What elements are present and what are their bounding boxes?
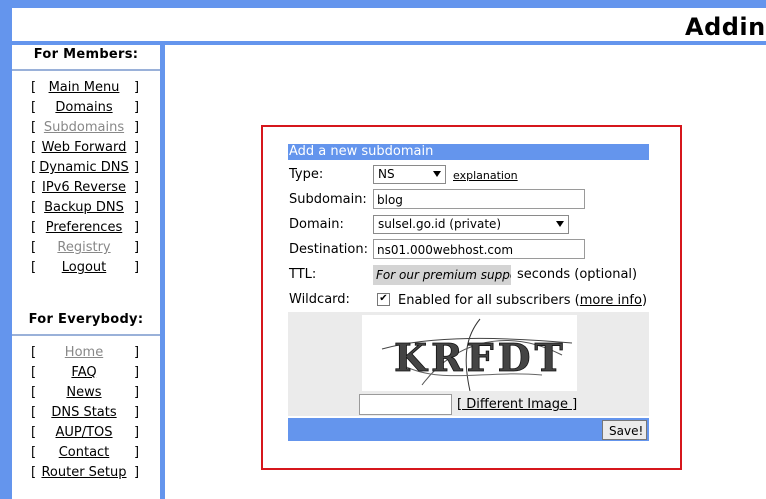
form-footer	[288, 418, 649, 441]
sidebar-item-label[interactable]: IPv6 Reverse	[36, 180, 132, 195]
chevron-down-icon	[433, 171, 441, 177]
ttl-suffix: seconds (optional)	[517, 267, 638, 282]
bracket-right: ]	[134, 100, 140, 115]
bracket-right: ]	[134, 365, 140, 380]
bracket-right: ]	[134, 240, 140, 255]
captcha-input[interactable]	[359, 394, 452, 415]
type-label: Type:	[289, 167, 324, 182]
sidebar-item-label[interactable]: DNS Stats	[36, 405, 132, 420]
bracket-right: ]	[134, 80, 140, 95]
sidebar-item-label[interactable]: Home	[36, 345, 132, 360]
members-heading: For Members:	[33, 47, 139, 62]
bracket-right: ]	[134, 445, 140, 460]
destination-label: Destination:	[289, 242, 368, 257]
form-heading-text: Add a new subdomain	[289, 144, 434, 159]
sidebar-item-label[interactable]: Contact	[36, 445, 132, 460]
sidebar-item-ipv6-reverse[interactable]: [IPv6 Reverse]	[12, 180, 160, 200]
sidebar: For Members: [Main Menu][Domains][Subdom…	[12, 45, 160, 499]
ttl-label: TTL:	[289, 267, 317, 282]
wildcard-text: Enabled for all subscribers	[398, 293, 571, 308]
members-divider	[12, 69, 160, 71]
captcha-text: KRFDT	[394, 335, 567, 380]
sidebar-item-label[interactable]: News	[36, 385, 132, 400]
sidebar-item-registry[interactable]: [Registry]	[12, 240, 160, 260]
sidebar-item-domains[interactable]: [Domains]	[12, 100, 160, 120]
bracket-right: ]	[134, 405, 140, 420]
everybody-heading: For Everybody:	[28, 312, 144, 327]
page-title: Adding	[685, 13, 766, 41]
sidebar-item-web-forward[interactable]: [Web Forward]	[12, 140, 160, 160]
sidebar-item-label[interactable]: FAQ	[36, 365, 132, 380]
subdomain-label: Subdomain:	[289, 192, 367, 207]
sidebar-item-label[interactable]: Registry	[36, 240, 132, 255]
sidebar-item-news[interactable]: [News]	[12, 385, 160, 405]
bracket-right: ]	[134, 465, 140, 480]
sidebar-item-home[interactable]: [Home]	[12, 345, 160, 365]
bracket-right: ]	[134, 345, 140, 360]
sidebar-item-aup-tos[interactable]: [AUP/TOS]	[12, 425, 160, 445]
sidebar-item-label[interactable]: Main Menu	[36, 80, 132, 95]
sidebar-item-label[interactable]: Subdomains	[36, 120, 132, 135]
form-heading: Add a new subdomain	[288, 144, 649, 160]
wildcard-checkbox[interactable]: ✔	[377, 293, 390, 306]
bracket-right: ]	[134, 220, 140, 235]
sidebar-item-subdomains[interactable]: [Subdomains]	[12, 120, 160, 140]
captcha-graphic: KRFDT	[381, 318, 573, 392]
checkmark-icon: ✔	[379, 293, 388, 304]
bracket-right: ]	[134, 160, 140, 175]
top-accent-band	[0, 0, 766, 7]
page-header: Adding	[12, 8, 766, 41]
sidebar-item-preferences[interactable]: [Preferences]	[12, 220, 160, 240]
sidebar-item-dns-stats[interactable]: [DNS Stats]	[12, 405, 160, 425]
wildcard-description: Enabled for all subscribers (more info)	[398, 293, 648, 308]
bracket-right: ]	[134, 120, 140, 135]
chevron-down-icon	[556, 221, 564, 227]
domain-select-value: sulsel.go.id (private)	[378, 217, 502, 231]
sidebar-item-label[interactable]: Web Forward	[36, 140, 132, 155]
explanation-link[interactable]: explanation	[453, 169, 518, 182]
captcha-image: KRFDT	[362, 315, 577, 392]
destination-input[interactable]: ns01.000webhost.com	[373, 239, 585, 259]
sidebar-item-label[interactable]: Domains	[36, 100, 132, 115]
bracket-right: ]	[134, 180, 140, 195]
different-image-link[interactable]: [ Different Image ]	[457, 397, 577, 412]
sidebar-item-contact[interactable]: [Contact]	[12, 445, 160, 465]
bracket-right: ]	[134, 260, 140, 275]
ttl-input[interactable]: For our premium suppo	[373, 265, 511, 285]
sidebar-item-main-menu[interactable]: [Main Menu]	[12, 80, 160, 100]
type-select[interactable]: NS	[373, 165, 446, 184]
everybody-divider	[12, 334, 160, 336]
subdomain-input[interactable]: blog	[373, 189, 585, 209]
domain-select[interactable]: sulsel.go.id (private)	[373, 215, 569, 234]
wildcard-label: Wildcard:	[289, 292, 350, 307]
sidebar-item-logout[interactable]: [Logout]	[12, 260, 160, 280]
bracket-right: ]	[134, 200, 140, 215]
bracket-right: ]	[134, 385, 140, 400]
sidebar-item-faq[interactable]: [FAQ]	[12, 365, 160, 385]
sidebar-item-label[interactable]: Router Setup	[36, 465, 132, 480]
sidebar-item-backup-dns[interactable]: [Backup DNS]	[12, 200, 160, 220]
sidebar-item-dynamic-dns[interactable]: [Dynamic DNS]	[12, 160, 160, 180]
type-select-value: NS	[378, 167, 395, 181]
bracket-right: ]	[134, 425, 140, 440]
sidebar-item-label[interactable]: Preferences	[36, 220, 132, 235]
sidebar-item-label[interactable]: Logout	[36, 260, 132, 275]
sidebar-item-label[interactable]: Backup DNS	[36, 200, 132, 215]
sidebar-item-label[interactable]: Dynamic DNS	[36, 160, 132, 175]
save-button[interactable]: Save!	[602, 420, 647, 440]
sidebar-item-label[interactable]: AUP/TOS	[36, 425, 132, 440]
domain-label: Domain:	[289, 217, 344, 232]
bracket-right: ]	[134, 140, 140, 155]
sidebar-item-router-setup[interactable]: [Router Setup]	[12, 465, 160, 485]
more-info-link[interactable]: more info	[580, 293, 642, 308]
